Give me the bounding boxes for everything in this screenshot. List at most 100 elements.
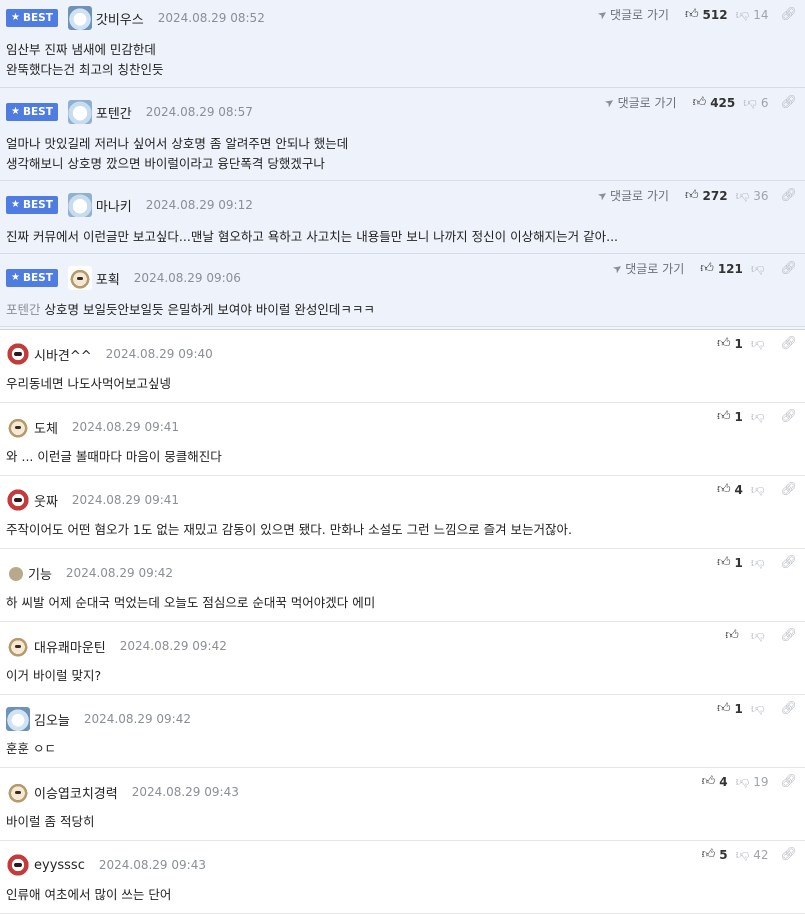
upvote-button[interactable]: 👍︎ 272	[685, 188, 728, 203]
upvote-button[interactable]: 👍︎ 4	[702, 774, 728, 789]
link-icon[interactable]: 🔗︎	[780, 7, 797, 22]
upvote-button[interactable]: 👍︎ 121	[700, 261, 743, 276]
thumbs-up-icon: 👍︎	[684, 188, 699, 203]
comment-header: 도체 2024.08.29 09:41	[6, 413, 805, 441]
avatar[interactable]	[67, 193, 92, 217]
link-icon[interactable]: 🔗︎	[780, 261, 797, 276]
downvote-button[interactable]: 👍︎ 42	[736, 847, 769, 862]
nickname[interactable]: 시바견^^	[34, 345, 92, 364]
link-icon[interactable]: 🔗︎	[780, 482, 797, 497]
upvote-button[interactable]: 👍︎ 1	[717, 336, 743, 351]
go-to-reply-link[interactable]: ➤ 댓글로 가기	[602, 94, 677, 111]
thumbs-up-icon: 👍︎	[701, 774, 716, 789]
upvote-button[interactable]: 👍︎ 4	[717, 482, 743, 497]
downvote-button[interactable]: 👍︎	[751, 336, 769, 351]
avatar[interactable]	[6, 342, 30, 366]
thumbs-down-icon: 👍︎	[750, 701, 765, 716]
nickname[interactable]: 김오늘	[34, 710, 70, 729]
thumbs-up-icon: 👍︎	[684, 7, 699, 22]
downvote-button[interactable]: 👍︎ 6	[743, 95, 768, 110]
avatar[interactable]	[67, 6, 92, 30]
avatar[interactable]	[67, 266, 92, 290]
nickname[interactable]: 도체	[34, 418, 58, 437]
comment-text: 훈훈 ㅇㄷ	[6, 741, 56, 756]
comment-header: 시바견^^ 2024.08.29 09:40	[6, 340, 805, 368]
avatar[interactable]	[6, 561, 24, 585]
send-arrow-icon: ➤	[602, 94, 618, 111]
comment-text-content: 얼마나 맛있길레 저러나 싶어서 상호명 좀 알려주면 안되나 했는데	[6, 136, 349, 151]
nickname[interactable]: 대유쾌마운틴	[34, 637, 106, 656]
nickname[interactable]: 마나키	[96, 196, 132, 215]
avatar[interactable]	[67, 100, 92, 124]
downvote-button[interactable]: 👍︎	[751, 628, 769, 643]
downvote-button[interactable]: 👍︎	[751, 701, 769, 716]
upvote-count: 1	[734, 409, 743, 424]
avatar[interactable]	[6, 634, 30, 658]
timestamp: 2024.08.29 09:42	[119, 639, 227, 653]
upvote-button[interactable]: 👍︎ 1	[717, 701, 743, 716]
timestamp: 2024.08.29 09:42	[83, 712, 191, 726]
thumbs-up-icon: 👍︎	[725, 628, 739, 643]
link-icon[interactable]: 🔗︎	[780, 774, 797, 789]
mention-nickname[interactable]: 포텐간	[6, 302, 41, 317]
upvote-button[interactable]: 👍︎ 512	[685, 7, 728, 22]
downvote-button[interactable]: 👍︎	[751, 261, 769, 276]
upvote-count: 1	[734, 555, 743, 570]
thumbs-up-icon: 👍︎	[692, 95, 707, 110]
upvote-button[interactable]: 👍︎ 1	[717, 409, 743, 424]
link-icon[interactable]: 🔗︎	[780, 847, 797, 862]
comment: eyysssc 2024.08.29 09:43 👍︎ 5 👍︎ 42 🔗︎ 인류애 여초에서…	[0, 841, 805, 914]
upvote-button[interactable]: 👍︎	[725, 628, 743, 643]
downvote-count: 42	[753, 847, 769, 862]
nickname[interactable]: 포텐간	[96, 103, 132, 122]
avatar[interactable]	[6, 707, 30, 731]
link-icon[interactable]: 🔗︎	[780, 336, 797, 351]
go-to-reply-label: 댓글로 가기	[609, 189, 669, 203]
avatar[interactable]	[6, 780, 30, 804]
link-icon[interactable]: 🔗︎	[780, 95, 797, 110]
comment-text: 와 ... 이런글 볼때마다 마음이 뭉클해진다	[6, 449, 222, 464]
best-comment: ★ BEST 포획 2024.08.29 09:06 ➤ 댓글로 가기 👍︎ 121 👍︎ 🔗︎ 포…	[0, 254, 805, 327]
link-icon[interactable]: 🔗︎	[780, 409, 797, 424]
timestamp: 2024.08.29 09:43	[98, 858, 206, 872]
thumbs-up-icon: 👍︎	[700, 261, 714, 276]
downvote-button[interactable]: 👍︎	[751, 555, 769, 570]
go-to-reply-link[interactable]: ➤ 댓글로 가기	[610, 260, 685, 277]
comment-header: 김오늘 2024.08.29 09:42	[6, 705, 805, 733]
downvote-button[interactable]: 👍︎ 14	[736, 7, 769, 22]
nickname[interactable]: 갓비우스	[96, 9, 144, 28]
downvote-button[interactable]: 👍︎	[751, 409, 769, 424]
upvote-button[interactable]: 👍︎ 425	[693, 95, 736, 110]
comment-text-line: 완뚝했다는건 최고의 칭찬인듯	[6, 60, 805, 80]
thumbs-down-icon: 👍︎	[735, 847, 750, 862]
comment-actions: 👍︎ 5 👍︎ 42 🔗︎	[702, 847, 797, 862]
nickname[interactable]: 이승엽코치경력	[34, 783, 118, 802]
avatar[interactable]	[6, 488, 30, 512]
thumbs-up-icon: 👍︎	[716, 409, 731, 424]
go-to-reply-link[interactable]: ➤ 댓글로 가기	[595, 187, 669, 204]
thumbs-down-icon: 👍︎	[750, 261, 765, 276]
go-to-reply-link[interactable]: ➤ 댓글로 가기	[595, 6, 669, 23]
link-icon[interactable]: 🔗︎	[780, 628, 797, 643]
downvote-button[interactable]: 👍︎ 19	[736, 774, 769, 789]
upvote-button[interactable]: 👍︎ 5	[702, 847, 728, 862]
nickname[interactable]: 웃짜	[34, 491, 58, 510]
nickname[interactable]: 포획	[96, 269, 120, 288]
nickname[interactable]: 기능	[28, 564, 52, 583]
avatar[interactable]	[6, 853, 30, 877]
avatar[interactable]	[6, 415, 30, 439]
best-badge: ★ BEST	[6, 103, 58, 121]
comment-actions: ➤ 댓글로 가기 👍︎ 512 👍︎ 14 🔗︎	[595, 6, 797, 23]
link-icon[interactable]: 🔗︎	[780, 701, 797, 716]
go-to-reply-label: 댓글로 가기	[617, 96, 677, 110]
go-to-reply-label: 댓글로 가기	[625, 262, 685, 276]
best-comment: ★ BEST 갓비우스 2024.08.29 08:52 ➤ 댓글로 가기 👍︎ 512 👍︎ 1…	[0, 0, 805, 88]
best-badge: ★ BEST	[6, 196, 58, 214]
downvote-button[interactable]: 👍︎ 36	[736, 188, 769, 203]
downvote-button[interactable]: 👍︎	[751, 482, 769, 497]
link-icon[interactable]: 🔗︎	[780, 555, 797, 570]
link-icon[interactable]: 🔗︎	[780, 188, 797, 203]
thumbs-down-icon: 👍︎	[735, 7, 750, 22]
nickname[interactable]: eyysssc	[34, 858, 85, 873]
upvote-button[interactable]: 👍︎ 1	[717, 555, 743, 570]
